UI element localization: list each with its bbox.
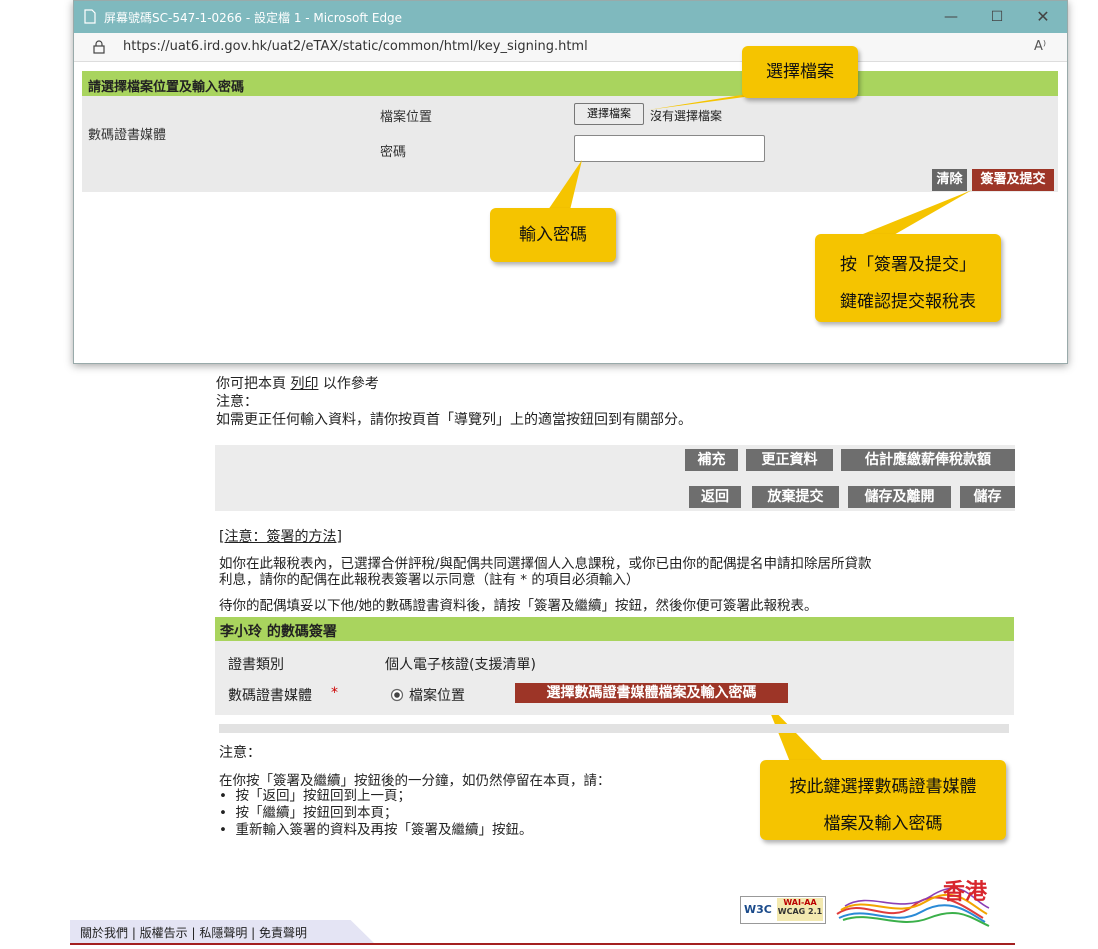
supplement-button[interactable]: 補充 <box>685 449 738 471</box>
callout-select-media: 按此鍵選擇數碼證書媒體 檔案及輸入密碼 <box>760 760 1006 840</box>
wcag-badge[interactable]: W3C WAI-AA WCAG 2.1 <box>740 896 826 924</box>
note2-item-3-text: 重新輸入簽署的資料及再按「簽署及繼續」按鈕。 <box>235 822 533 838</box>
back-button[interactable]: 返回 <box>689 486 741 508</box>
callout-media-line2: 檔案及輸入密碼 <box>823 814 943 834</box>
w3c-logo: W3C <box>744 903 772 916</box>
hong-kong-logo[interactable]: 香港 <box>833 876 999 930</box>
cert-type-label: 證書類別 <box>228 657 284 673</box>
cert-type-value: 個人電子核證(支援清單) <box>385 657 536 673</box>
correct-data-button[interactable]: 更正資料 <box>746 449 833 471</box>
callout-submit-line1: 按「簽署及提交」 <box>840 255 976 275</box>
radio-file-location[interactable] <box>390 688 404 702</box>
abandon-submit-button[interactable]: 放棄提交 <box>752 486 839 508</box>
print-line: 你可把本頁 列印 以作參考 <box>216 373 379 393</box>
save-button[interactable]: 儲存 <box>960 486 1015 508</box>
note2-title: 注意： <box>219 745 261 761</box>
callout-submit: 按「簽署及提交」 鍵確認提交報稅表 <box>815 234 1001 322</box>
required-mark: * <box>331 685 338 701</box>
sign-method-link[interactable]: [注意：簽署的方法] <box>219 526 342 546</box>
print-pre-text: 你可把本頁 <box>216 376 286 392</box>
estimate-tax-button[interactable]: 估計應繳薪俸稅款額 <box>841 449 1015 471</box>
note2-item-3: • 重新輸入簽署的資料及再按「簽署及繼續」按鈕。 <box>219 822 533 838</box>
note1-title: 注意： <box>216 394 258 410</box>
callout-choose-file: 選擇檔案 <box>742 46 858 98</box>
print-link[interactable]: 列印 <box>290 376 318 392</box>
signature-header-text: 李小玲 的數碼簽署 <box>220 624 337 640</box>
footer-text[interactable]: 關於我們 | 版權告示 | 私隱聲明 | 免責聲明 <box>80 924 307 941</box>
wai-aa-line1: WAI-AA <box>783 898 817 907</box>
footer-divider <box>70 943 1015 945</box>
signature-header: 李小玲 的數碼簽署 <box>215 617 1014 641</box>
media-field-label: 數碼證書媒體 <box>228 688 312 704</box>
callout-submit-line2: 鍵確認提交報稅表 <box>840 292 976 312</box>
save-exit-button[interactable]: 儲存及離開 <box>848 486 951 508</box>
para2: 待你的配偶填妥以下他/她的數碼證書資料後，請按「簽署及繼續」按鈕，然後你便可簽署… <box>219 598 818 614</box>
footer-links[interactable]: 關於我們 | 版權告示 | 私隱聲明 | 免責聲明 <box>70 920 375 944</box>
print-post-text: 以作參考 <box>322 376 379 392</box>
callout-enter-password: 輸入密碼 <box>490 208 616 262</box>
para1-line2: 利息，請你的配偶在此報稅表簽署以示同意（註有 * 的項目必須輸入） <box>219 572 640 588</box>
hong-kong-text: 香港 <box>943 880 988 905</box>
signature-form <box>215 641 1014 715</box>
note1-text: 如需更正任何輸入資料，請你按頁首「導覽列」上的適當按鈕回到有關部分。 <box>216 412 692 428</box>
wai-aa-label: WAI-AA WCAG 2.1 <box>777 898 823 921</box>
wai-aa-line2: WCAG 2.1 <box>777 907 823 916</box>
select-media-button[interactable]: 選擇數碼證書媒體檔案及輸入密碼 <box>515 683 788 703</box>
divider-bar <box>219 724 1009 733</box>
callout-media-line1: 按此鍵選擇數碼證書媒體 <box>789 777 977 797</box>
radio-label: 檔案位置 <box>409 688 465 704</box>
